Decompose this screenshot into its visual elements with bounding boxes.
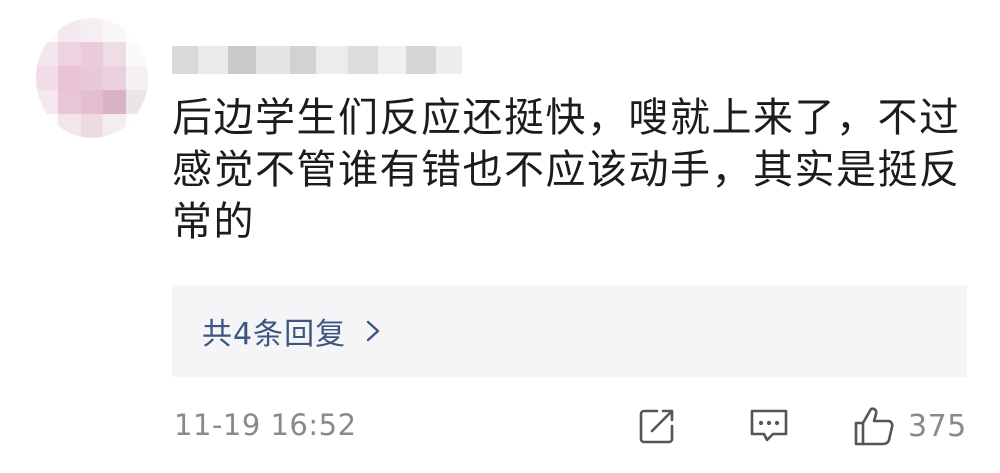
comment-footer: 11-19 16:52 375 — [172, 400, 967, 454]
comment-text: 后边学生们反应还挺快，嗖就上来了，不过 感觉不管谁有错也不应该动手，其实是挺反 … — [172, 95, 961, 245]
thumbs-up-icon — [852, 404, 896, 448]
share-button[interactable] — [637, 404, 677, 448]
reply-comment-button[interactable] — [748, 404, 790, 448]
timestamp: 11-19 16:52 — [174, 408, 357, 442]
like-count: 375 — [908, 408, 967, 444]
chevron-right-icon — [362, 320, 384, 342]
comment-card: 后边学生们反应还挺快，嗖就上来了，不过 感觉不管谁有错也不应该动手，其实是挺反 … — [0, 0, 1000, 473]
edit-share-icon — [637, 406, 677, 446]
avatar[interactable] — [36, 18, 148, 138]
replies-count-label: 共4条回复 — [202, 317, 347, 352]
username-redacted[interactable] — [172, 46, 462, 74]
comment-bubble-icon — [748, 406, 790, 446]
like-button[interactable]: 375 — [852, 404, 967, 448]
view-replies-button[interactable]: 共4条回复 — [172, 285, 967, 377]
